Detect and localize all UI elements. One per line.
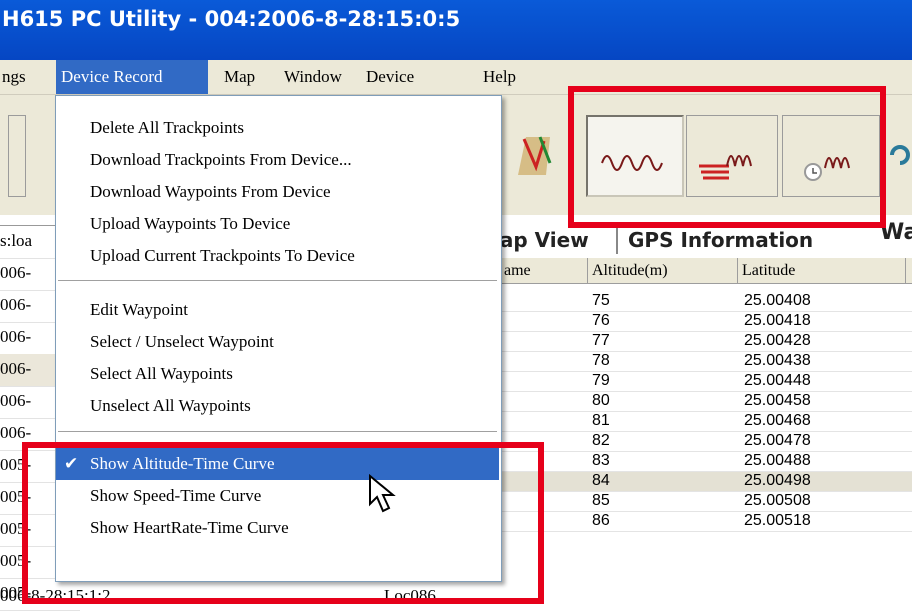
cell-latitude: 25.00438: [744, 352, 811, 369]
table-row-highlight: [500, 472, 912, 491]
refresh-icon: [890, 145, 910, 165]
menu-settings[interactable]: ngs: [0, 60, 50, 94]
menu-separator: [58, 280, 497, 282]
menu-item-label: Select / Unselect Waypoint: [90, 332, 274, 351]
cell-altitude: 83: [592, 452, 610, 469]
cell-altitude: 80: [592, 392, 610, 409]
row-divider: [500, 351, 912, 352]
row-divider: [500, 491, 912, 492]
menu-item-edit-waypoint[interactable]: Edit Waypoint: [56, 294, 499, 326]
row-divider: [500, 391, 912, 392]
column-header-name[interactable]: ame: [500, 258, 588, 284]
cell-altitude: 82: [592, 432, 610, 449]
cell-altitude: 77: [592, 332, 610, 349]
menu-item-unselect-all-waypoints[interactable]: Unselect All Waypoints: [56, 390, 499, 422]
cell-latitude: 25.00468: [744, 412, 811, 429]
cell-latitude: 25.00458: [744, 392, 811, 409]
menu-item-download-trackpoints[interactable]: Download Trackpoints From Device...: [56, 144, 499, 176]
menu-separator: [58, 431, 497, 433]
window-title: H615 PC Utility - 004:2006-8-28:15:0:5: [2, 7, 461, 31]
tab-divider: [616, 226, 618, 254]
menu-item-label: Select All Waypoints: [90, 364, 233, 383]
column-header-altitude[interactable]: Altitude(m): [588, 258, 738, 284]
menu-item-label: Upload Current Trackpoints To Device: [90, 246, 355, 265]
cell-altitude: 79: [592, 372, 610, 389]
menu-item-label: Upload Waypoints To Device: [90, 214, 291, 233]
cell-latitude: 25.00518: [744, 512, 811, 529]
menu-item-select-all-waypoints[interactable]: Select All Waypoints: [56, 358, 499, 390]
menu-item-label: Edit Waypoint: [90, 300, 188, 319]
toolbar-button-left[interactable]: [8, 115, 26, 197]
menu-item-label: Download Waypoints From Device: [90, 182, 331, 201]
column-header-extra[interactable]: [906, 258, 912, 284]
row-divider: [500, 511, 912, 512]
annotation-highlight-toolbar: [568, 86, 886, 228]
menu-help[interactable]: Help: [483, 60, 516, 94]
cell-altitude: 85: [592, 492, 610, 509]
menu-window[interactable]: Window: [284, 60, 342, 94]
row-divider: [500, 311, 912, 312]
cell-altitude: 78: [592, 352, 610, 369]
row-divider: [500, 431, 912, 432]
menu-item-select-unselect-waypoint[interactable]: Select / Unselect Waypoint: [56, 326, 499, 358]
tab-gps-information-label: GPS Information: [628, 228, 814, 252]
cell-altitude: 86: [592, 512, 610, 529]
row-divider: [500, 451, 912, 452]
menu-device-record[interactable]: Device Record: [56, 60, 208, 94]
cell-latitude: 25.00508: [744, 492, 811, 509]
column-header-latitude[interactable]: Latitude: [738, 258, 906, 284]
row-divider: [500, 531, 912, 532]
cell-altitude: 75: [592, 292, 610, 309]
menu-item-label: Delete All Trackpoints: [90, 118, 244, 137]
row-divider: [500, 331, 912, 332]
cell-altitude: 84: [592, 472, 610, 489]
menu-item-upload-current-trackpoints[interactable]: Upload Current Trackpoints To Device: [56, 240, 499, 272]
menu-item-delete-all-trackpoints[interactable]: Delete All Trackpoints: [56, 112, 499, 144]
menu-item-label: Unselect All Waypoints: [90, 396, 251, 415]
row-divider: [500, 371, 912, 372]
menu-item-upload-waypoints[interactable]: Upload Waypoints To Device: [56, 208, 499, 240]
cell-latitude: 25.00408: [744, 292, 811, 309]
window-title-bar: H615 PC Utility - 004:2006-8-28:15:0:5: [0, 0, 912, 60]
cell-altitude: 81: [592, 412, 610, 429]
refresh-button[interactable]: [884, 115, 912, 197]
menu-map[interactable]: Map: [224, 60, 255, 94]
menu-item-download-waypoints[interactable]: Download Waypoints From Device: [56, 176, 499, 208]
row-divider: [500, 411, 912, 412]
cell-latitude: 25.00448: [744, 372, 811, 389]
cell-latitude: 25.00478: [744, 432, 811, 449]
menu-device[interactable]: Device: [366, 60, 414, 94]
menu-item-label: Download Trackpoints From Device...: [90, 150, 352, 169]
annotation-highlight-menu: [22, 442, 544, 604]
cell-latitude: 25.00418: [744, 312, 811, 329]
cell-latitude: 25.00488: [744, 452, 811, 469]
cell-latitude: 25.00428: [744, 332, 811, 349]
tab-gps-information[interactable]: GPS Information: [628, 228, 813, 252]
cell-latitude: 25.00498: [744, 472, 811, 489]
cell-altitude: 76: [592, 312, 610, 329]
